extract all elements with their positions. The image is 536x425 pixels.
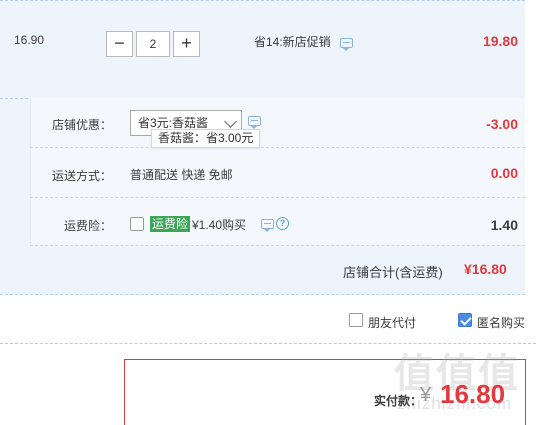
- unit-price: 16.90: [14, 33, 45, 47]
- friend-pay-label[interactable]: 朋友代付: [368, 314, 416, 331]
- shipping-insurance-amount: 1.40: [490, 217, 518, 233]
- message-icon[interactable]: [340, 38, 353, 51]
- message-icon[interactable]: [248, 116, 261, 129]
- store-total-amount: ¥16.80: [464, 261, 507, 277]
- shipping-insurance-price: ¥1.40购买: [192, 218, 247, 232]
- store-coupon-selected: 省3元:香菇酱: [138, 116, 209, 130]
- shipping-amount: 0.00: [490, 165, 518, 181]
- item-subtotal: 19.80: [482, 33, 518, 49]
- store-discount-label: 店铺优惠：: [51, 118, 112, 132]
- actual-payment-amount: 16.80: [440, 379, 506, 409]
- divider: [30, 197, 525, 198]
- shipping-method-info: 普通配送 快递 免邮: [130, 168, 233, 182]
- friend-pay-checkbox[interactable]: [349, 313, 363, 327]
- store-discount-amount: -3.00: [486, 116, 518, 132]
- quantity-decrease-button[interactable]: −: [106, 31, 133, 57]
- shipping-insurance-checkbox[interactable]: [130, 217, 144, 231]
- chevron-down-icon: [224, 115, 237, 128]
- item-promotion-text: 省14:新店促销: [254, 35, 331, 49]
- quantity-input[interactable]: [136, 31, 170, 57]
- store-total-label: 店铺合计(含运费): [343, 265, 443, 280]
- message-icon[interactable]: [261, 219, 274, 232]
- actual-payment-label: 实付款：: [374, 394, 423, 408]
- quantity-increase-button[interactable]: +: [173, 31, 200, 57]
- anonymous-purchase-label[interactable]: 匿名购买: [477, 314, 525, 331]
- shipping-method-label: 运送方式：: [51, 169, 112, 183]
- divider: [30, 147, 525, 148]
- shipping-insurance-tag: 运费险: [150, 216, 191, 232]
- divider: [30, 245, 525, 246]
- currency-symbol: ¥: [420, 384, 432, 406]
- anonymous-purchase-checkbox[interactable]: [458, 313, 472, 327]
- help-icon[interactable]: ?: [276, 217, 289, 230]
- coupon-tooltip: 香菇酱：省3.00元: [151, 129, 261, 148]
- shipping-insurance-label: 运费险：: [63, 219, 112, 233]
- order-extras-row: [0, 295, 536, 345]
